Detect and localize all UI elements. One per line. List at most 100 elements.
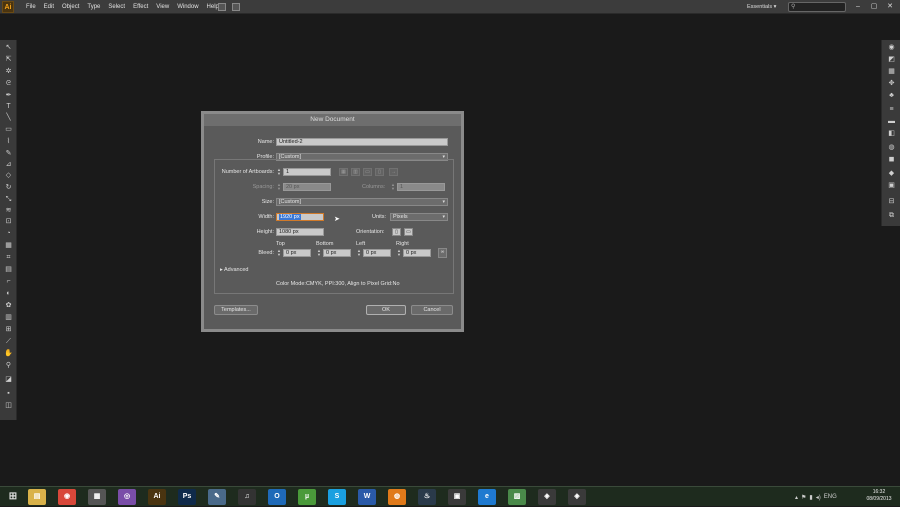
name-field[interactable]: Untitled-2 [276, 138, 448, 146]
bleed-bottom-stepper[interactable]: ▲ ▼ [317, 249, 321, 257]
pen-tool-icon[interactable]: ✒ [4, 92, 13, 100]
warp-tool-icon[interactable]: ≋ [4, 207, 13, 215]
skype-icon[interactable]: S [328, 489, 346, 505]
brushes-panel-icon[interactable]: ✥ [887, 80, 896, 88]
bleed-right-field[interactable]: 0 px [403, 249, 431, 257]
zoom-tool-icon[interactable]: ⚲ [4, 362, 13, 370]
bleed-top-field[interactable]: 0 px [283, 249, 311, 257]
free-transform-tool-icon[interactable]: ⊡ [4, 218, 13, 226]
windows-start-icon[interactable]: ⊞ [4, 489, 22, 505]
scale-tool-icon[interactable]: ⤡ [4, 196, 13, 204]
advanced-toggle[interactable]: ▸ Advanced [220, 266, 248, 274]
height-field[interactable]: 1080 px [276, 228, 324, 236]
maximize-button[interactable]: ▢ [866, 0, 882, 14]
clock[interactable]: 16:32 08/09/2013 [860, 489, 898, 503]
apps-grid-icon[interactable]: ▦ [88, 489, 106, 505]
app-ticket-icon[interactable]: ◈ [538, 489, 556, 505]
artboard-tool-icon[interactable]: ⊞ [4, 326, 13, 334]
flag-icon[interactable]: ⚑ [801, 494, 806, 501]
search-input[interactable]: ⚲ [788, 2, 846, 12]
stroke-panel-icon[interactable]: ≡ [887, 106, 896, 114]
transparency-panel-icon[interactable]: ◧ [887, 130, 896, 138]
symbols-panel-icon[interactable]: ♣ [887, 92, 896, 100]
chrome-icon[interactable]: ◉ [58, 489, 76, 505]
spacing-stepper[interactable]: ▲ ▼ [277, 183, 281, 191]
layers-panel-icon[interactable]: ◆ [887, 170, 896, 178]
arrange-by-row-icon[interactable]: ▭ [363, 168, 372, 176]
menu-window[interactable]: Window [173, 0, 202, 14]
network-icon[interactable]: ▮ [809, 494, 812, 501]
menu-edit[interactable]: Edit [40, 0, 58, 14]
templates-button[interactable]: Templates... [214, 305, 258, 315]
notification-arrow-icon[interactable]: ▴ [795, 494, 798, 501]
paintbrush-tool-icon[interactable]: ⌇ [4, 138, 13, 146]
fill-stroke-icon[interactable]: ◪ [4, 376, 13, 384]
gradient-tool-icon[interactable]: ▤ [4, 266, 13, 274]
graphic-styles-panel-icon[interactable]: ◼ [887, 156, 896, 164]
menu-type[interactable]: Type [83, 0, 104, 14]
color-panel-icon[interactable]: ◉ [887, 44, 896, 52]
explorer-icon[interactable]: ▤ [28, 489, 46, 505]
pencil-tool-icon[interactable]: ✎ [4, 150, 13, 158]
bleed-right-stepper[interactable]: ▲ ▼ [397, 249, 401, 257]
portrait-orientation-button[interactable]: ▯ [392, 228, 401, 236]
slice-tool-icon[interactable]: ⟋ [4, 338, 13, 346]
artboards-panel-icon[interactable]: ▣ [887, 182, 896, 190]
image-app-icon[interactable]: ▨ [508, 489, 526, 505]
app-circle-icon[interactable]: ◎ [118, 489, 136, 505]
bleed-left-field[interactable]: 0 px [363, 249, 391, 257]
illustrator-icon[interactable]: Ai [148, 489, 166, 505]
ok-button[interactable]: OK [366, 305, 406, 315]
spacing-field[interactable]: 20 px [283, 183, 331, 191]
artboards-stepper[interactable]: ▲ ▼ [277, 168, 281, 176]
color-mode-icon[interactable]: ▪ [4, 390, 13, 398]
outlook-icon[interactable]: O [268, 489, 286, 505]
drawing-mode-icon[interactable]: ◫ [4, 402, 13, 410]
swatches-panel-icon[interactable]: ▦ [887, 68, 896, 76]
lasso-tool-icon[interactable]: ᘓ [4, 80, 13, 88]
steam-icon[interactable]: ♨ [418, 489, 436, 505]
workspace-switcher[interactable]: Essentials ▾ [747, 0, 776, 14]
language-indicator[interactable]: ENG [824, 494, 837, 500]
width-field[interactable]: 1920 px [276, 213, 324, 221]
mesh-tool-icon[interactable]: ⌗ [4, 254, 13, 262]
blob-brush-tool-icon[interactable]: ⊿ [4, 161, 13, 169]
bleed-left-stepper[interactable]: ▲ ▼ [357, 249, 361, 257]
link-bleed-icon[interactable]: ∞ [438, 248, 447, 258]
menu-object[interactable]: Object [58, 0, 83, 14]
size-dropdown[interactable]: [Custom] ▾ [276, 198, 448, 206]
itunes-icon[interactable]: ♫ [238, 489, 256, 505]
gradient-panel-icon[interactable]: ▬ [887, 118, 896, 126]
shape-builder-tool-icon[interactable]: ◔ [4, 230, 13, 238]
grid-by-row-icon[interactable]: ▦ [339, 168, 348, 176]
artboards-field[interactable]: 1 [283, 168, 331, 176]
bleed-bottom-field[interactable]: 0 px [323, 249, 351, 257]
volume-icon[interactable]: ◂) [816, 494, 821, 501]
appearance-panel-icon[interactable]: ◍ [887, 144, 896, 152]
pathfinder-panel-icon[interactable]: ⧉ [887, 212, 896, 220]
cancel-button[interactable]: Cancel [411, 305, 453, 315]
arrange-by-column-icon[interactable]: ▯ [375, 168, 384, 176]
type-tool-icon[interactable]: T [4, 103, 13, 111]
magic-wand-tool-icon[interactable]: ✲ [4, 68, 13, 76]
eyedropper-tool-icon[interactable]: ⌐ [4, 278, 13, 286]
bridge-icon[interactable] [218, 3, 226, 11]
direct-selection-tool-icon[interactable]: ⇱ [4, 56, 13, 64]
arrange-documents-icon[interactable] [232, 3, 240, 11]
menu-effect[interactable]: Effect [129, 0, 152, 14]
columns-stepper[interactable]: ▲ ▼ [391, 183, 395, 191]
units-dropdown[interactable]: Pixels ▾ [390, 213, 448, 221]
menu-view[interactable]: View [152, 0, 173, 14]
minimize-button[interactable]: – [850, 0, 866, 14]
blend-tool-icon[interactable]: ◐ [4, 290, 13, 298]
columns-field[interactable]: 1 [397, 183, 445, 191]
selection-tool-icon[interactable]: ↖ [4, 44, 13, 52]
right-to-left-icon[interactable]: → [389, 168, 398, 176]
app-ticket-2-icon[interactable]: ◈ [568, 489, 586, 505]
menu-select[interactable]: Select [104, 0, 129, 14]
rectangle-tool-icon[interactable]: ▭ [4, 126, 13, 134]
utorrent-icon[interactable]: µ [298, 489, 316, 505]
hand-tool-icon[interactable]: ✋ [4, 350, 13, 358]
grid-by-column-icon[interactable]: ▥ [351, 168, 360, 176]
firefox-icon[interactable]: ◍ [388, 489, 406, 505]
